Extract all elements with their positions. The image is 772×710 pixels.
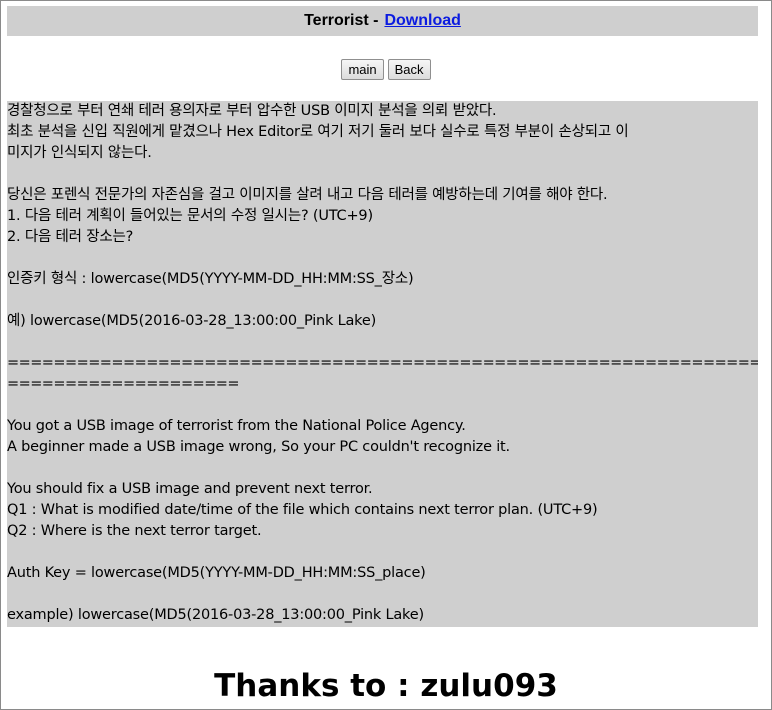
description-line: 예) lowercase(MD5(2016-03-28_13:00:00_Pin…	[7, 313, 377, 329]
description-line: 경찰청으로 부터 연쇄 테러 용의자로 부터 압수한 USB 이미지 분석을 의…	[7, 103, 497, 119]
description-line: Q2 : Where is the next terror target.	[7, 523, 262, 539]
description-line: 2. 다음 테러 장소는?	[7, 229, 134, 245]
description-line: Auth Key = lowercase(MD5(YYYY-MM-DD_HH:M…	[7, 565, 426, 581]
description-line: You got a USB image of terrorist from th…	[7, 418, 466, 434]
challenge-description: 경찰청으로 부터 연쇄 테러 용의자로 부터 압수한 USB 이미지 분석을 의…	[7, 101, 758, 627]
description-line: 당신은 포렌식 전문가의 자존심을 걸고 이미지를 살려 내고 다음 테러를 예…	[7, 187, 608, 203]
download-link[interactable]: Download	[384, 12, 460, 30]
description-line: 최초 분석을 신입 직원에게 맡겼으나 Hex Editor로 여기 저기 둘러…	[7, 124, 629, 140]
back-button[interactable]: Back	[387, 59, 431, 80]
description-line: 1. 다음 테러 계획이 들어있는 문서의 수정 일시는? (UTC+9)	[7, 208, 373, 224]
description-line: 미지가 인식되지 않는다.	[7, 145, 152, 161]
description-line: example) lowercase(MD5(2016-03-28_13:00:…	[7, 607, 424, 623]
description-line	[7, 458, 758, 479]
nav-buttons: main Back	[0, 59, 772, 80]
main-button[interactable]: main	[341, 59, 384, 80]
description-line	[7, 332, 758, 353]
description-line: 인증키 형식 : lowercase(MD5(YYYY-MM-DD_HH:MM:…	[7, 271, 414, 287]
separator-line: ====================	[7, 376, 240, 392]
description-line	[7, 542, 758, 563]
description-line	[7, 290, 758, 311]
description-line: You should fix a USB image and prevent n…	[7, 481, 373, 497]
description-line: A beginner made a USB image wrong, So yo…	[7, 439, 510, 455]
thanks-credit: Thanks to : zulu093	[214, 668, 558, 704]
description-line	[7, 395, 758, 416]
description-line	[7, 584, 758, 605]
title-bar: Terrorist - Download	[7, 6, 758, 36]
separator-line: ========================================…	[7, 355, 758, 371]
description-line: Q1 : What is modified date/time of the f…	[7, 502, 598, 518]
description-line	[7, 248, 758, 269]
challenge-title: Terrorist -	[304, 12, 379, 29]
description-line	[7, 164, 758, 185]
